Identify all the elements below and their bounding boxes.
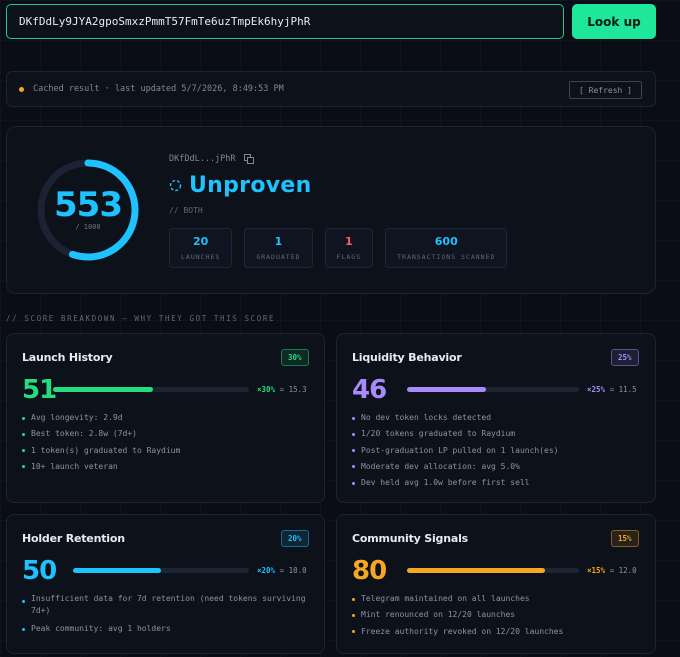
cache-status-text: Cached result · last updated 5/7/2026, 8…: [33, 84, 284, 94]
stat-label: TRANSACTIONS SCANNED: [397, 253, 496, 261]
category-findings: Avg longevity: 2.9d Best token: 2.8w (7d…: [22, 410, 180, 475]
score-bar-track: [407, 568, 579, 573]
contribution-result: = 11.5: [609, 385, 637, 394]
stat-transactions: 600 TRANSACTIONS SCANNED: [385, 228, 508, 268]
category-title: Community Signals: [352, 532, 468, 545]
stat-value: 600: [434, 235, 458, 248]
category-title: Holder Retention: [22, 532, 125, 545]
short-address: DKfDdL...jPhR: [169, 154, 236, 164]
finding-item: Avg longevity: 2.9d: [22, 410, 180, 426]
finding-item: 1/20 tokens graduated to Raydium: [352, 426, 558, 442]
contribution-result: = 15.3: [279, 385, 307, 394]
contribution-result: = 12.0: [609, 566, 637, 575]
weighted-contribution: ×25% = 11.5: [587, 385, 637, 394]
weighted-contribution: ×15% = 12.0: [587, 566, 637, 575]
score-bar-track: [73, 568, 249, 573]
stat-graduated: 1 GRADUATED: [244, 228, 313, 268]
stat-value: 20: [193, 235, 209, 248]
category-score: 50: [22, 556, 57, 586]
score-ring: 553 / 1000: [35, 157, 141, 263]
category-card-liquidity-behavior: Liquidity Behavior 25% 46 ×25% = 11.5 No…: [336, 333, 656, 503]
finding-item: Insufficient data for 7d retention (need…: [22, 593, 312, 617]
wallet-address-input[interactable]: [6, 4, 564, 39]
score-max: / 1000: [75, 223, 101, 231]
category-findings: Telegram maintained on all launches Mint…: [352, 591, 563, 640]
verdict-label: Unproven: [189, 173, 312, 198]
category-score: 80: [352, 556, 387, 586]
contribution-weight: ×15%: [587, 566, 606, 575]
category-card-launch-history: Launch History 30% 51 ×30% = 15.3 Avg lo…: [6, 333, 325, 503]
weight-badge: 15%: [611, 530, 639, 547]
category-card-community-signals: Community Signals 15% 80 ×15% = 12.0 Tel…: [336, 514, 656, 654]
finding-item: Mint renounced on 12/20 launches: [352, 607, 563, 623]
score-bar-track: [53, 387, 249, 392]
category-title: Launch History: [22, 351, 113, 364]
finding-item: Peak community: avg 1 holders: [22, 621, 312, 637]
overall-score: 553: [54, 185, 123, 225]
finding-item: Best token: 2.8w (7d+): [22, 426, 180, 442]
score-bar-fill: [407, 387, 487, 392]
stat-label: FLAGS: [336, 253, 362, 261]
weight-badge: 30%: [281, 349, 309, 366]
cache-status-bar: Cached result · last updated 5/7/2026, 8…: [6, 71, 656, 107]
finding-item: 1 token(s) graduated to Raydium: [22, 443, 180, 459]
stat-value: 1: [274, 235, 283, 248]
category-score: 46: [352, 375, 387, 405]
status-dot-icon: [19, 86, 24, 92]
contribution-weight: ×30%: [257, 385, 276, 394]
score-bar-fill: [53, 387, 153, 392]
contribution-weight: ×25%: [587, 385, 606, 394]
copy-icon[interactable]: [243, 154, 254, 164]
stat-launches: 20 LAUNCHES: [169, 228, 233, 268]
finding-item: Telegram maintained on all launches: [352, 591, 563, 607]
score-card: 553 / 1000 DKfDdL...jPhR Unproven // BOT…: [6, 126, 656, 294]
stat-boxes: 20 LAUNCHES 1 GRADUATED 1 FLAGS 600 TRAN…: [169, 228, 508, 268]
finding-item: Dev held avg 1.0w before first sell: [352, 475, 558, 491]
refresh-button[interactable]: [ Refresh ]: [569, 81, 642, 99]
pending-spinner-icon: [169, 179, 182, 192]
score-bar-fill: [407, 568, 545, 573]
section-heading: // SCORE BREAKDOWN — WHY THEY GOT THIS S…: [6, 314, 276, 323]
score-bar-track: [407, 387, 579, 392]
finding-item: Moderate dev allocation: avg 5.0%: [352, 459, 558, 475]
category-card-holder-retention: Holder Retention 20% 50 ×20% = 10.0 Insu…: [6, 514, 325, 654]
stat-label: GRADUATED: [256, 253, 301, 261]
contribution-result: = 10.0: [279, 566, 307, 575]
weighted-contribution: ×30% = 15.3: [257, 385, 307, 394]
finding-item: Post-graduation LP pulled on 1 launch(es…: [352, 443, 558, 459]
finding-item: No dev token locks detected: [352, 410, 558, 426]
category-score: 51: [22, 375, 57, 405]
weight-badge: 25%: [611, 349, 639, 366]
finding-item: 10+ launch veteran: [22, 459, 180, 475]
contribution-weight: ×20%: [257, 566, 276, 575]
category-title: Liquidity Behavior: [352, 351, 462, 364]
category-findings: No dev token locks detected 1/20 tokens …: [352, 410, 558, 491]
finding-item: Freeze authority revoked on 12/20 launch…: [352, 624, 563, 640]
wallet-role: // BOTH: [169, 206, 203, 215]
stat-flags: 1 FLAGS: [324, 228, 374, 268]
stat-value: 1: [345, 235, 353, 248]
stat-label: LAUNCHES: [181, 253, 221, 261]
category-findings: Insufficient data for 7d retention (need…: [22, 591, 312, 637]
score-bar-fill: [73, 568, 161, 573]
weighted-contribution: ×20% = 10.0: [257, 566, 307, 575]
look-up-button[interactable]: Look up: [572, 4, 656, 39]
weight-badge: 20%: [281, 530, 309, 547]
